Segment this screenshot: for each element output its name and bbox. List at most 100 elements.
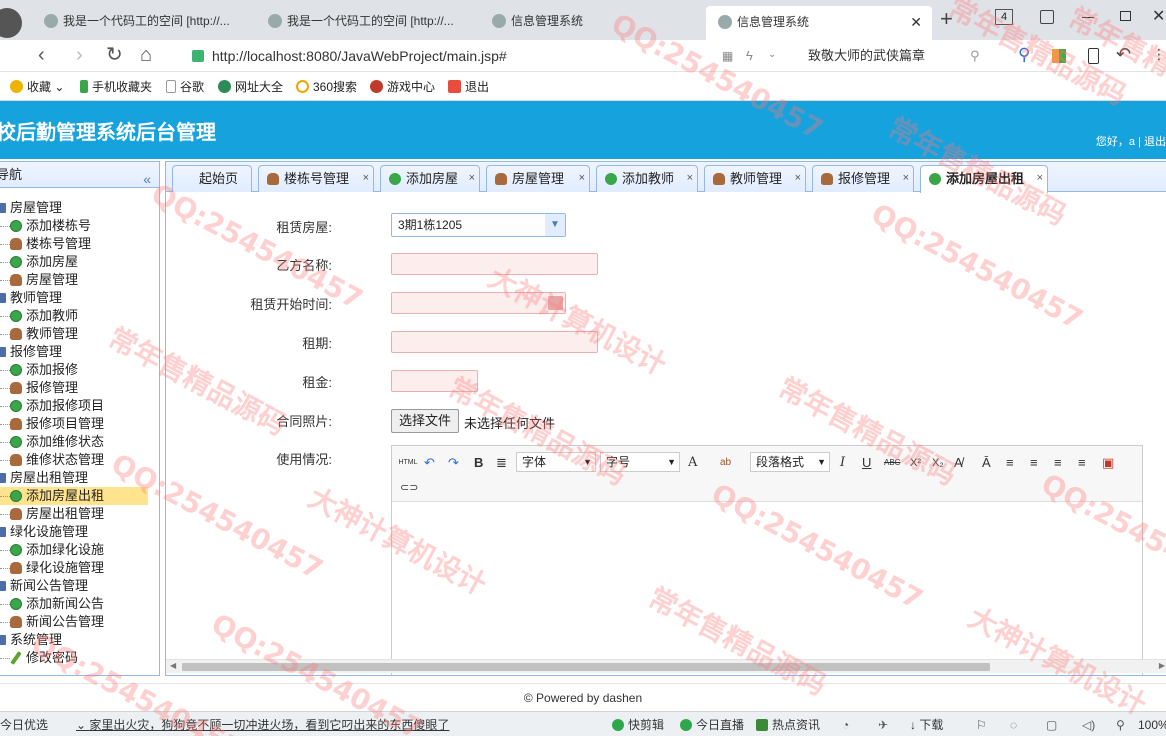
- sidebar-item[interactable]: 房屋出租管理: [0, 505, 159, 523]
- redo-button[interactable]: ↷: [448, 455, 459, 471]
- bookmark-360[interactable]: 360搜索: [296, 79, 357, 95]
- close-icon[interactable]: ×: [1037, 166, 1043, 191]
- sidebar-item[interactable]: 添加报修: [0, 361, 159, 379]
- chevron-down-icon[interactable]: ▼: [545, 214, 565, 236]
- tab-2[interactable]: 添加房屋 ×: [380, 165, 480, 192]
- strikethrough-button[interactable]: ABC: [884, 455, 900, 471]
- status-download[interactable]: ↓ 下载: [910, 717, 943, 733]
- sidebar-item[interactable]: 添加教师: [0, 307, 159, 325]
- close-icon[interactable]: ×: [903, 166, 909, 191]
- collapse-icon[interactable]: «: [143, 166, 151, 192]
- welcome-text[interactable]: 您好，a | 退出: [1096, 133, 1166, 149]
- house-select[interactable]: 3期1栋1205 ▼: [391, 213, 566, 237]
- sidebar-item[interactable]: 添加房屋: [0, 253, 159, 271]
- new-tab-button[interactable]: +: [940, 6, 953, 32]
- tab-7[interactable]: 添加房屋出租 ×: [920, 165, 1048, 193]
- magnifier-icon[interactable]: ⚲: [1018, 45, 1030, 65]
- bookmark-sites[interactable]: 网址大全: [218, 79, 283, 95]
- sidebar-item[interactable]: 维修状态管理: [0, 451, 159, 469]
- choose-file-button[interactable]: 选择文件: [391, 409, 460, 433]
- back-icon[interactable]: ‹: [38, 43, 45, 67]
- close-window-icon[interactable]: ✕: [1152, 6, 1165, 26]
- justify-button[interactable]: ≡: [1078, 455, 1086, 471]
- reload-icon[interactable]: ↻: [106, 43, 123, 67]
- sidebar-item[interactable]: 绿化设施管理: [0, 559, 159, 577]
- html-source-button[interactable]: HTML: [398, 455, 418, 471]
- close-tab-icon[interactable]: ✕: [910, 6, 922, 38]
- bookmark-games[interactable]: 游戏中心: [370, 79, 435, 95]
- browser-tab-2[interactable]: 我是一个代码工的空间 [http://...: [268, 8, 468, 34]
- close-icon[interactable]: ×: [795, 166, 801, 191]
- search-icon[interactable]: ⚲: [970, 48, 980, 64]
- underline-button[interactable]: U: [862, 455, 871, 471]
- sidebar-item[interactable]: 添加新闻公告: [0, 595, 159, 613]
- rich-text-editor[interactable]: HTML ↶ ↷ B ≣ 字体 ▼ 字号 ▼ A ab 段落格式 ▼ I U ABC …: [391, 445, 1143, 675]
- sidebar-item[interactable]: 添加维修状态: [0, 433, 159, 451]
- tab-6[interactable]: 报修管理 ×: [812, 165, 914, 192]
- close-icon[interactable]: ×: [363, 166, 369, 191]
- bold-button[interactable]: B: [474, 455, 483, 471]
- phone-icon[interactable]: [1088, 48, 1099, 64]
- sidebar-item[interactable]: 添加报修项目: [0, 397, 159, 415]
- sidebar-group[interactable]: 房屋管理: [0, 199, 159, 217]
- home-icon[interactable]: ⌂: [140, 43, 152, 67]
- sidebar-group[interactable]: 新闻公告管理: [0, 577, 159, 595]
- horizontal-scrollbar[interactable]: ◀ ▶: [166, 659, 1166, 673]
- align-left-button[interactable]: ≡: [1006, 455, 1014, 471]
- status-news-link[interactable]: ⌄ 家里出火灾，狗狗竟不顾一切冲进火场，看到它叼出来的东西傻眼了: [76, 717, 449, 733]
- browser-icon[interactable]: ◌: [1010, 717, 1017, 733]
- pin-icon[interactable]: ✈: [878, 717, 888, 733]
- lightning-icon[interactable]: ϟ: [746, 48, 753, 63]
- browser-tab-3[interactable]: 信息管理系统: [492, 8, 692, 34]
- tab-3[interactable]: 房屋管理 ×: [486, 165, 590, 192]
- close-icon[interactable]: ×: [469, 166, 475, 191]
- bookmark-mobile[interactable]: 手机收藏夹: [80, 79, 152, 95]
- align-right-button[interactable]: ≡: [1054, 455, 1062, 471]
- tab-0[interactable]: 起始页: [172, 165, 252, 192]
- volume-icon[interactable]: ◁): [1082, 717, 1095, 733]
- address-bar[interactable]: http://localhost:8080/JavaWebProject/mai…: [192, 44, 712, 68]
- close-icon[interactable]: ×: [579, 166, 585, 191]
- sidebar-item[interactable]: 报修管理: [0, 379, 159, 397]
- sidebar-item[interactable]: 报修项目管理: [0, 415, 159, 433]
- tab-4[interactable]: 添加教师 ×: [596, 165, 698, 192]
- highlight-button[interactable]: ab: [720, 455, 731, 471]
- subscript-button[interactable]: X₂: [932, 455, 944, 471]
- insert-image-button[interactable]: ▣: [1102, 455, 1114, 471]
- zoom-level[interactable]: 100%: [1138, 717, 1166, 733]
- party-b-input[interactable]: [391, 253, 598, 275]
- paragraph-format-select[interactable]: 段落格式 ▼: [750, 452, 830, 472]
- tab-count-badge[interactable]: 4: [995, 9, 1013, 25]
- chevron-down-icon[interactable]: ⌄: [768, 49, 776, 60]
- speed-icon[interactable]: ◔: [842, 717, 849, 733]
- status-live[interactable]: 今日直播: [680, 717, 744, 733]
- menu-icon[interactable]: ⋮: [1152, 46, 1166, 63]
- minimize-icon[interactable]: [1082, 17, 1094, 18]
- window-icon[interactable]: ▢: [1046, 717, 1057, 733]
- undo-button[interactable]: ↶: [424, 455, 435, 471]
- sidebar-item[interactable]: 房屋管理: [0, 271, 159, 289]
- forward-icon[interactable]: ›: [76, 43, 83, 67]
- status-quick-edit[interactable]: 快剪辑: [612, 717, 664, 733]
- italic-button[interactable]: I: [840, 455, 845, 471]
- search-input[interactable]: 致敬大师的武侠篇章: [796, 44, 992, 68]
- superscript-button[interactable]: X²: [910, 455, 921, 471]
- align-center-button[interactable]: ≡: [1030, 455, 1038, 471]
- sidebar-group[interactable]: 房屋出租管理: [0, 469, 159, 487]
- scrollbar-thumb[interactable]: [182, 663, 990, 671]
- sidebar-item[interactable]: 楼栋号管理: [0, 235, 159, 253]
- apps-icon[interactable]: [1052, 49, 1066, 63]
- status-today-picks[interactable]: 今日优选: [0, 717, 48, 733]
- grid-icon[interactable]: ▦: [722, 49, 733, 63]
- sidebar-group[interactable]: 教师管理: [0, 289, 159, 307]
- tab-5[interactable]: 教师管理 ×: [704, 165, 806, 192]
- undo-icon[interactable]: ↶: [1116, 44, 1131, 65]
- start-time-input[interactable]: [391, 292, 566, 314]
- bookmark-google[interactable]: 谷歌: [166, 79, 204, 95]
- scroll-left-icon[interactable]: ◀: [170, 661, 176, 670]
- remove-format-button[interactable]: Ā: [982, 455, 991, 471]
- sidebar-item[interactable]: 教师管理: [0, 325, 159, 343]
- close-icon[interactable]: ×: [687, 166, 693, 191]
- sidebar-item[interactable]: 添加房屋出租: [0, 487, 148, 505]
- link-icon[interactable]: ⊂⊃: [400, 480, 418, 496]
